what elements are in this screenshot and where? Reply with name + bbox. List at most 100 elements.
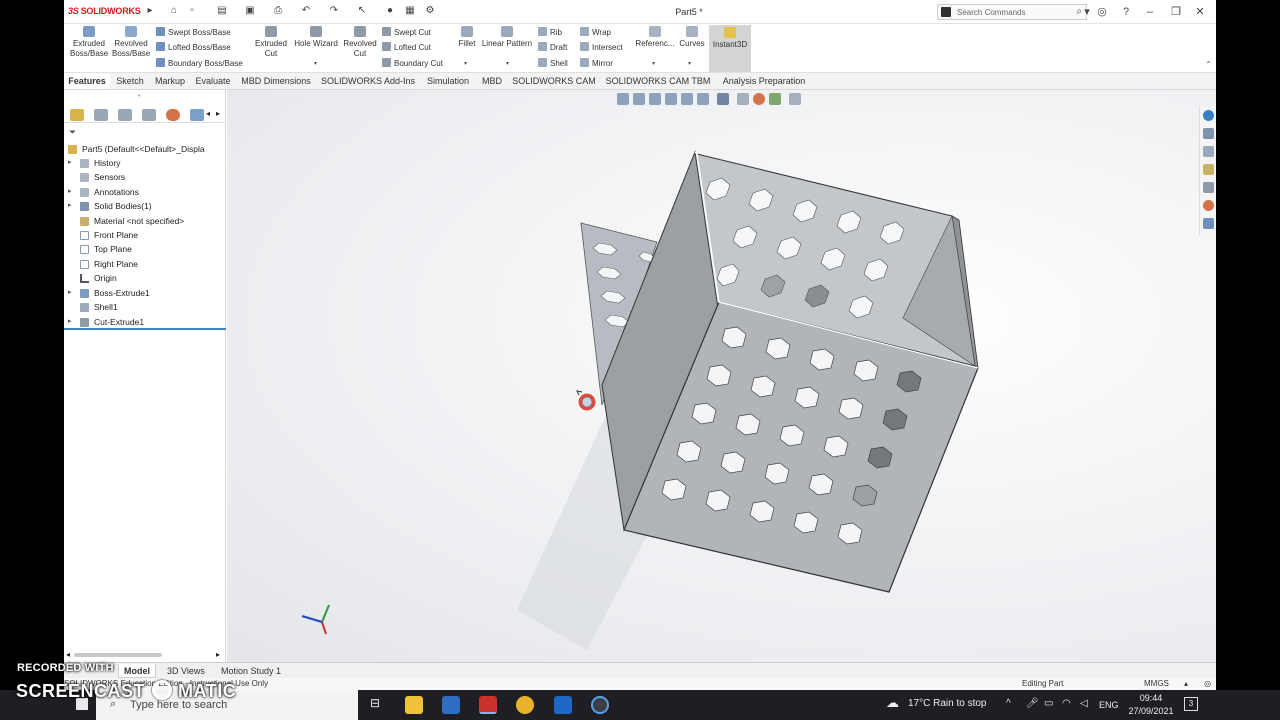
tree-root-part[interactable]: Part5 (Default<<Default>_Displa — [64, 142, 226, 156]
dropdown-arrow-icon[interactable]: ▾ — [506, 60, 509, 67]
print-icon[interactable]: ⎙ — [272, 5, 284, 17]
swept-boss-button[interactable]: Swept Boss/Base — [156, 27, 231, 39]
home-icon[interactable]: ⌂ — [168, 5, 180, 17]
new-document-icon[interactable]: ▫ — [186, 5, 198, 17]
weather-cloud-icon[interactable]: ☁ — [886, 695, 899, 711]
display-manager-tab-icon[interactable] — [166, 109, 180, 121]
tab-solidworks-cam-tbm[interactable]: SOLIDWORKS CAM TBM — [602, 73, 714, 89]
collapse-ribbon-icon[interactable]: ⌃ — [1205, 60, 1212, 69]
tree-item-history[interactable]: ▸ History — [64, 156, 226, 170]
lofted-cut-button[interactable]: Lofted Cut — [382, 42, 431, 54]
swept-cut-button[interactable]: Swept Cut — [382, 27, 431, 39]
select-icon[interactable]: ↖ — [356, 5, 368, 17]
account-icon[interactable]: ◎ — [1094, 4, 1110, 20]
security-shield-icon[interactable] — [442, 696, 460, 714]
dropdown-arrow-icon[interactable]: ▾ — [464, 60, 467, 67]
tree-item-sensors[interactable]: Sensors — [64, 170, 226, 184]
curves-button[interactable]: Curves — [676, 26, 708, 49]
flyout-arrow-icon[interactable]: ▸ — [144, 5, 156, 17]
tree-item-right-plane[interactable]: Right Plane — [64, 257, 226, 271]
tab-analysis-preparation[interactable]: Analysis Preparation — [716, 73, 812, 89]
tab-scroll-left-icon[interactable]: ◂ — [206, 109, 210, 118]
microphone-icon[interactable]: 🎤︎ — [1026, 698, 1039, 709]
expand-arrow-icon[interactable]: ▸ — [68, 315, 72, 329]
tab-solidworks-addins[interactable]: SOLIDWORKS Add-Ins — [318, 73, 418, 89]
help-icon[interactable]: ? — [1118, 4, 1134, 20]
mirror-button[interactable]: Mirror — [580, 58, 613, 70]
save-icon[interactable]: ▣ — [244, 5, 256, 17]
tab-scroll-right-icon[interactable]: ▸ — [216, 109, 220, 118]
language-indicator[interactable]: ENG — [1099, 700, 1119, 710]
redo-icon[interactable]: ↷ — [328, 5, 340, 17]
open-icon[interactable]: ▤ — [216, 5, 228, 17]
scroll-thumb[interactable] — [74, 653, 162, 657]
file-properties-icon[interactable]: ▦ — [404, 5, 416, 17]
tab-mbd[interactable]: MBD — [478, 73, 506, 89]
panel-grip-icon[interactable]: • — [138, 93, 140, 100]
scroll-right-icon[interactable]: ▸ — [216, 650, 220, 659]
tab-mbd-dimensions[interactable]: MBD Dimensions — [236, 73, 316, 89]
dimxpert-tab-icon[interactable] — [142, 109, 156, 121]
tab-markup[interactable]: Markup — [150, 73, 190, 89]
tree-item-top-plane[interactable]: Top Plane — [64, 242, 226, 256]
solidworks-logo[interactable]: 3S SOLIDWORKS — [68, 6, 141, 16]
reference-geometry-button[interactable]: Referenc... — [634, 26, 676, 49]
weather-text[interactable]: 17°C Rain to stop — [908, 698, 987, 709]
task-view-icon[interactable]: ⊟ — [370, 696, 380, 710]
tab-evaluate[interactable]: Evaluate — [192, 73, 234, 89]
revolved-cut-button[interactable]: Revolved Cut — [342, 26, 378, 59]
expand-arrow-icon[interactable]: ▸ — [68, 286, 72, 300]
tab-simulation[interactable]: Simulation — [420, 73, 476, 89]
tab-features[interactable]: Features — [64, 73, 110, 89]
outlook-icon[interactable] — [554, 696, 572, 714]
scroll-left-icon[interactable]: ◂ — [66, 650, 70, 659]
model-graphics[interactable] — [227, 90, 1216, 662]
restore-icon[interactable]: ❐ — [1168, 4, 1184, 20]
search-dropdown-icon[interactable]: ▾ — [1079, 4, 1095, 20]
tree-item-origin[interactable]: Origin — [64, 271, 226, 285]
minimize-icon[interactable]: – — [1142, 4, 1158, 20]
extruded-boss-button[interactable]: Extruded Boss/Base — [70, 26, 108, 59]
chrome-icon[interactable] — [516, 696, 534, 714]
expand-arrow-icon[interactable]: ▸ — [68, 185, 72, 199]
screencast-icon[interactable] — [591, 696, 609, 714]
status-help-icon[interactable]: ◎ — [1204, 678, 1211, 690]
tree-item-material[interactable]: Material <not specified> — [64, 214, 226, 228]
tree-item-solid-bodies[interactable]: ▸ Solid Bodies(1) — [64, 199, 226, 213]
hole-wizard-button[interactable]: Hole Wizard — [292, 26, 340, 49]
tab-3d-views[interactable]: 3D Views — [162, 664, 210, 678]
cam-tab-icon[interactable] — [190, 109, 204, 121]
tab-motion-study-1[interactable]: Motion Study 1 — [216, 664, 286, 678]
clock-date[interactable]: 27/09/2021 — [1124, 706, 1178, 716]
rib-button[interactable]: Rib — [538, 27, 562, 39]
revolved-boss-button[interactable]: Revolved Boss/Base — [112, 26, 150, 59]
tree-item-shell1[interactable]: Shell1 — [64, 300, 226, 314]
tree-item-front-plane[interactable]: Front Plane — [64, 228, 226, 242]
wrap-button[interactable]: Wrap — [580, 27, 611, 39]
expand-arrow-icon[interactable]: ▸ — [68, 199, 72, 213]
filter-icon[interactable]: ⏷ — [69, 127, 76, 138]
clock-time[interactable]: 09:44 — [1130, 693, 1172, 703]
tree-item-annotations[interactable]: ▸ Annotations — [64, 185, 226, 199]
tray-expand-icon[interactable]: ^ — [1006, 698, 1011, 709]
rollback-bar[interactable] — [64, 328, 226, 330]
tab-sketch[interactable]: Sketch — [112, 73, 148, 89]
dropdown-arrow-icon[interactable]: ▾ — [314, 60, 317, 67]
network-icon[interactable]: ▭ — [1044, 698, 1053, 709]
draft-button[interactable]: Draft — [538, 42, 567, 54]
tab-model[interactable]: Model — [118, 664, 156, 678]
configuration-manager-tab-icon[interactable] — [118, 109, 132, 121]
dropdown-arrow-icon[interactable]: ▾ — [688, 60, 691, 67]
tree-item-cut-extrude1[interactable]: ▸ Cut-Extrude1 — [64, 315, 226, 329]
intersect-button[interactable]: Intersect — [580, 42, 623, 54]
property-manager-tab-icon[interactable] — [94, 109, 108, 121]
file-explorer-icon[interactable] — [405, 696, 423, 714]
tree-horizontal-scrollbar[interactable]: ◂ ▸ — [66, 650, 220, 659]
tree-item-boss-extrude1[interactable]: ▸ Boss-Extrude1 — [64, 286, 226, 300]
rebuild-icon[interactable]: ● — [384, 5, 396, 17]
shell-button[interactable]: Shell — [538, 58, 568, 70]
search-commands-box[interactable]: Search Commands ⌕ — [937, 4, 1087, 20]
fillet-button[interactable]: Fillet — [454, 26, 480, 49]
options-gear-icon[interactable]: ⚙ — [424, 5, 436, 17]
lofted-boss-button[interactable]: Lofted Boss/Base — [156, 42, 231, 54]
